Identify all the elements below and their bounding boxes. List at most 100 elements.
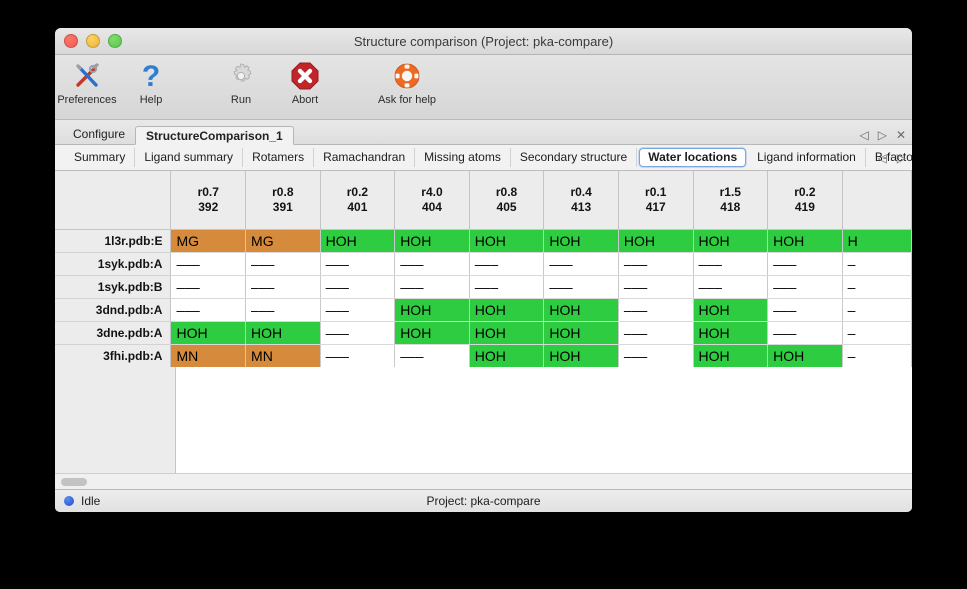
table-cell[interactable]: – xyxy=(842,299,911,322)
column-header-4[interactable]: r0.8405 xyxy=(469,171,544,230)
table-cell[interactable]: ––– xyxy=(618,253,693,276)
table-cell[interactable]: H xyxy=(842,230,911,253)
tab-rotamers[interactable]: Rotamers xyxy=(243,148,314,167)
table-cell[interactable]: ––– xyxy=(544,276,619,299)
table-cell[interactable]: ––– xyxy=(395,276,470,299)
table-cell[interactable]: ––– xyxy=(768,322,843,345)
table-cell[interactable]: ––– xyxy=(171,299,246,322)
column-header-1[interactable]: r0.8391 xyxy=(246,171,321,230)
horizontal-scrollbar[interactable] xyxy=(55,473,912,489)
tab-water-locations[interactable]: Water locations xyxy=(639,148,746,167)
table-cell[interactable]: HOH xyxy=(246,322,321,345)
row-header-structure[interactable]: 3dnd.pdb:A xyxy=(55,299,171,322)
horizontal-scrollbar-thumb[interactable] xyxy=(61,478,87,486)
table-cell[interactable]: – xyxy=(842,322,911,345)
table-cell[interactable]: ––– xyxy=(618,322,693,345)
abort-button[interactable]: Abort xyxy=(273,59,337,106)
table-cell[interactable]: HOH xyxy=(544,230,619,253)
table-row[interactable]: 3fhi.pdb:AMNMN––––––HOHHOH–––HOHHOH– xyxy=(55,345,912,368)
table-cell[interactable]: ––– xyxy=(320,345,395,368)
table-cell[interactable]: ––– xyxy=(693,253,768,276)
table-cell[interactable]: HOH xyxy=(320,230,395,253)
table-row[interactable]: 1l3r.pdb:EMGMGHOHHOHHOHHOHHOHHOHHOHH xyxy=(55,230,912,253)
table-cell[interactable]: ––– xyxy=(320,322,395,345)
table-cell[interactable]: ––– xyxy=(320,253,395,276)
table-cell[interactable]: ––– xyxy=(618,345,693,368)
table-cell[interactable]: HOH xyxy=(395,299,470,322)
maximize-window-button[interactable] xyxy=(108,34,122,48)
column-header-5[interactable]: r0.4413 xyxy=(544,171,619,230)
table-cell[interactable]: HOH xyxy=(544,322,619,345)
column-header-8[interactable]: r0.2419 xyxy=(768,171,843,230)
tab-ramachandran[interactable]: Ramachandran xyxy=(314,148,415,167)
table-row[interactable]: 1syk.pdb:B–––––––––––––––––––––––––––– xyxy=(55,276,912,299)
table-cell[interactable]: HOH xyxy=(544,345,619,368)
row-header-structure[interactable]: 1syk.pdb:A xyxy=(55,253,171,276)
table-cell[interactable]: – xyxy=(842,253,911,276)
table-cell[interactable]: HOH xyxy=(768,345,843,368)
close-window-button[interactable] xyxy=(64,34,78,48)
row-header-structure[interactable]: 3fhi.pdb:A xyxy=(55,345,171,368)
column-header-9[interactable] xyxy=(842,171,911,230)
table-cell[interactable]: MG xyxy=(171,230,246,253)
table-cell[interactable]: ––– xyxy=(618,299,693,322)
table-cell[interactable]: – xyxy=(842,276,911,299)
next-tab-icon[interactable]: ▷ xyxy=(878,129,887,141)
table-cell[interactable]: HOH xyxy=(618,230,693,253)
row-header-structure[interactable]: 1l3r.pdb:E xyxy=(55,230,171,253)
table-row[interactable]: 3dnd.pdb:A–––––––––HOHHOHHOH–––HOH–––– xyxy=(55,299,912,322)
column-header-7[interactable]: r1.5418 xyxy=(693,171,768,230)
table-cell[interactable]: ––– xyxy=(246,253,321,276)
run-button[interactable]: Run xyxy=(209,59,273,106)
table-cell[interactable]: MN xyxy=(171,345,246,368)
table-cell[interactable]: ––– xyxy=(768,253,843,276)
tab-ligand-summary[interactable]: Ligand summary xyxy=(135,148,243,167)
scroll-tabs-left-icon[interactable]: ◁ xyxy=(878,152,887,164)
table-cell[interactable]: ––– xyxy=(246,299,321,322)
doctab-structurecomparison-1[interactable]: StructureComparison_1 xyxy=(135,126,294,145)
table-cell[interactable]: ––– xyxy=(171,276,246,299)
close-tab-icon[interactable]: ✕ xyxy=(896,129,906,141)
table-cell[interactable]: ––– xyxy=(395,345,470,368)
table-row[interactable]: 3dne.pdb:AHOHHOH–––HOHHOHHOH–––HOH–––– xyxy=(55,322,912,345)
ask-for-help-button[interactable]: Ask for help xyxy=(361,59,453,106)
table-cell[interactable]: MG xyxy=(246,230,321,253)
table-cell[interactable]: HOH xyxy=(768,230,843,253)
table-cell[interactable]: HOH xyxy=(693,322,768,345)
table-cell[interactable]: HOH xyxy=(693,230,768,253)
help-button[interactable]: ? Help xyxy=(119,59,183,106)
table-row[interactable]: 1syk.pdb:A–––––––––––––––––––––––––––– xyxy=(55,253,912,276)
table-cell[interactable]: MN xyxy=(246,345,321,368)
table-cell[interactable]: ––– xyxy=(171,253,246,276)
tab-missing-atoms[interactable]: Missing atoms xyxy=(415,148,511,167)
table-cell[interactable]: ––– xyxy=(320,276,395,299)
table-cell[interactable]: ––– xyxy=(246,276,321,299)
scroll-tabs-right-icon[interactable]: ▷ xyxy=(897,152,906,164)
row-header-structure[interactable]: 3dne.pdb:A xyxy=(55,322,171,345)
table-cell[interactable]: HOH xyxy=(469,322,544,345)
column-header-0[interactable]: r0.7392 xyxy=(171,171,246,230)
table-cell[interactable]: HOH xyxy=(469,345,544,368)
table-cell[interactable]: HOH xyxy=(395,322,470,345)
tab-secondary-structure[interactable]: Secondary structure xyxy=(511,148,637,167)
doctab-configure[interactable]: Configure xyxy=(63,125,135,144)
table-cell[interactable]: HOH xyxy=(544,299,619,322)
table-cell[interactable]: ––– xyxy=(544,253,619,276)
table-cell[interactable]: HOH xyxy=(693,345,768,368)
table-cell[interactable]: ––– xyxy=(469,253,544,276)
table-cell[interactable]: HOH xyxy=(395,230,470,253)
table-cell[interactable]: ––– xyxy=(395,253,470,276)
row-header-structure[interactable]: 1syk.pdb:B xyxy=(55,276,171,299)
table-cell[interactable]: HOH xyxy=(469,230,544,253)
table-cell[interactable]: ––– xyxy=(768,299,843,322)
table-cell[interactable]: HOH xyxy=(693,299,768,322)
table-cell[interactable]: ––– xyxy=(469,276,544,299)
table-cell[interactable]: HOH xyxy=(171,322,246,345)
table-cell[interactable]: HOH xyxy=(469,299,544,322)
tab-summary[interactable]: Summary xyxy=(65,148,135,167)
previous-tab-icon[interactable]: ◁ xyxy=(859,129,868,141)
table-cell[interactable]: – xyxy=(842,345,911,368)
table-cell[interactable]: ––– xyxy=(768,276,843,299)
table-cell[interactable]: ––– xyxy=(618,276,693,299)
tab-ligand-information[interactable]: Ligand information xyxy=(748,148,866,167)
